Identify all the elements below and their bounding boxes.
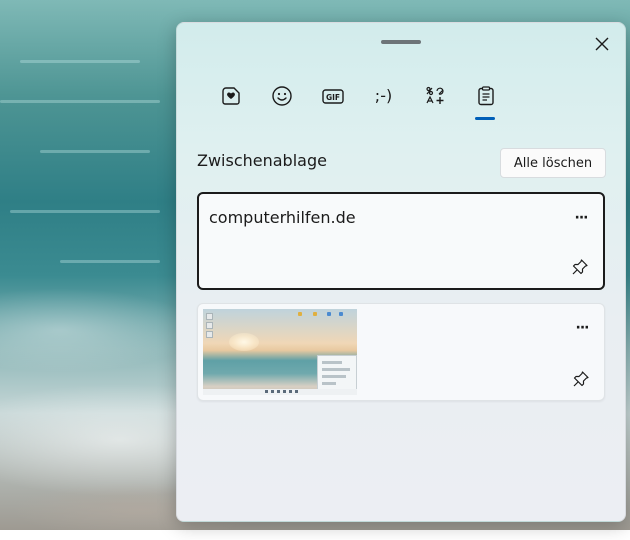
section-title: Zwischenablage	[197, 151, 327, 170]
pin-button[interactable]	[569, 256, 591, 278]
selected-tab-indicator	[475, 117, 495, 120]
more-icon: ···	[575, 320, 590, 336]
kaomoji-icon: ;-)	[374, 86, 393, 105]
close-icon	[595, 37, 609, 51]
tab-gif[interactable]: GIF	[307, 79, 358, 123]
clipboard-item-image[interactable]: ···	[197, 303, 605, 401]
clipboard-item-text[interactable]: computerhilfen.de ···	[197, 192, 605, 290]
clear-all-button[interactable]: Alle löschen	[500, 148, 606, 178]
tab-kaomoji[interactable]: ;-)	[358, 79, 409, 123]
close-button[interactable]	[587, 29, 617, 59]
bottom-strip	[0, 530, 630, 540]
pin-icon	[573, 371, 589, 387]
drag-handle[interactable]	[381, 40, 421, 44]
gif-icon: GIF	[321, 89, 344, 104]
tab-clipboard[interactable]	[460, 79, 511, 123]
tab-emoji[interactable]	[256, 79, 307, 123]
more-icon: ···	[574, 210, 589, 226]
tab-favorites[interactable]	[205, 79, 256, 123]
pin-icon	[572, 259, 588, 275]
heart-sticker-icon	[221, 87, 240, 105]
category-tabbar: GIF ;-)	[205, 79, 511, 123]
smiley-icon	[271, 86, 292, 106]
pin-button[interactable]	[570, 368, 592, 390]
clipboard-item-text-content: computerhilfen.de	[209, 208, 356, 227]
more-options-button[interactable]: ···	[569, 208, 593, 228]
symbols-icon	[425, 86, 444, 104]
svg-text:GIF: GIF	[325, 93, 339, 102]
more-options-button[interactable]: ···	[570, 318, 594, 338]
clipboard-icon	[477, 86, 494, 106]
tab-symbols[interactable]	[409, 79, 460, 123]
emoji-clipboard-panel: GIF ;-) Zwischenablage Alle löschen comp…	[176, 22, 626, 522]
screenshot-thumbnail	[203, 309, 357, 395]
